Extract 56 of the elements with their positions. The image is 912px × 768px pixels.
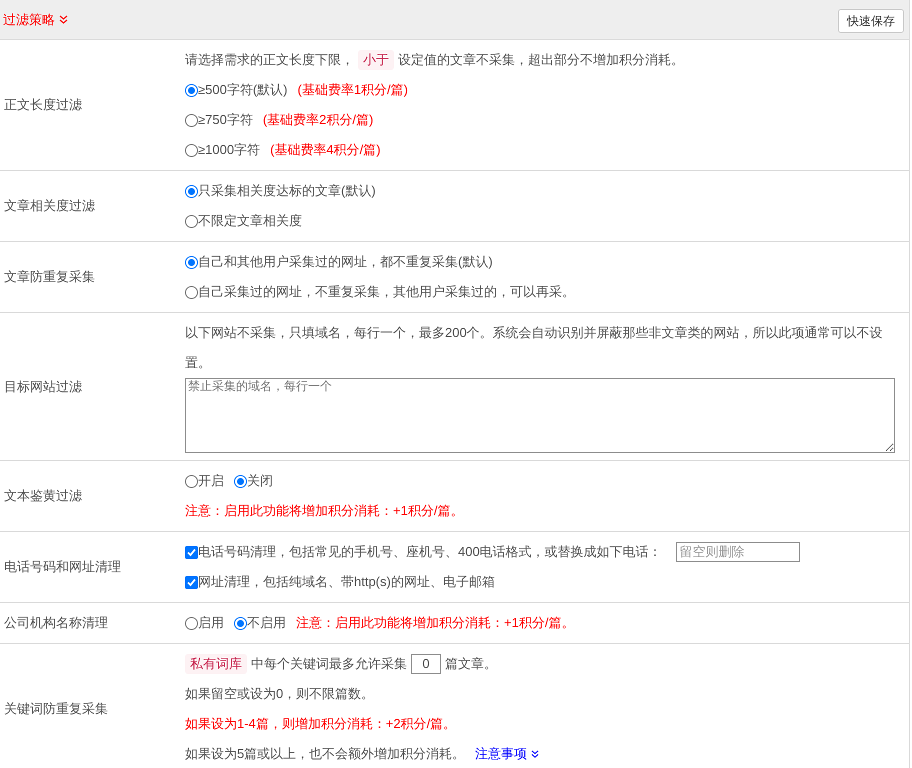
option-label[interactable]: ≥750字符 bbox=[198, 105, 253, 135]
radio-button[interactable] bbox=[185, 474, 198, 488]
description-text: 中每个关键词最多允许采集 bbox=[251, 655, 407, 673]
row-label: 电话号码和网址清理 bbox=[4, 558, 121, 576]
checkbox[interactable] bbox=[185, 546, 198, 558]
row-label: 文章防重复采集 bbox=[4, 268, 95, 286]
row-label: 目标网站过滤 bbox=[4, 378, 82, 396]
radio-button[interactable] bbox=[185, 214, 198, 228]
warning-text: (基础费率4积分/篇) bbox=[270, 141, 381, 159]
double-chevron-down-icon[interactable] bbox=[531, 750, 540, 758]
notes-link[interactable]: 注意事项 bbox=[475, 739, 528, 768]
option-label[interactable]: 电话号码清理，包括常见的手机号、座机号、400电话格式，或替换成如下电话： bbox=[198, 537, 662, 567]
code-tag: 私有词库 bbox=[185, 654, 247, 674]
domain-textarea[interactable]: 禁止采集的域名，每行一个 bbox=[185, 378, 895, 453]
warning-text: 注意：启用此功能将增加积分消耗：+1积分/篇。 bbox=[185, 502, 464, 520]
option-label[interactable]: 网址清理，包括纯域名、带http(s)的网址、电子邮箱 bbox=[198, 567, 495, 597]
option-label[interactable]: 不启用 bbox=[247, 608, 286, 638]
code-tag: 小于 bbox=[358, 50, 394, 70]
quick-save-button[interactable]: 快速保存 bbox=[838, 8, 904, 32]
checkbox[interactable] bbox=[185, 576, 198, 588]
radio-button[interactable] bbox=[185, 256, 198, 268]
description-text: 设定值的文章不采集，超出部分不增加积分消耗。 bbox=[398, 51, 684, 69]
description-text: 以下网站不采集，只填域名，每行一个，最多200个。系统会自动识别并屏蔽那些非文章类的网站，所以此项通常可以不设置。 bbox=[185, 324, 884, 372]
radio-button[interactable] bbox=[185, 114, 198, 126]
description-text: 请选择需求的正文长度下限， bbox=[185, 51, 354, 69]
warning-text: 注意：启用此功能将增加积分消耗：+1积分/篇。 bbox=[296, 614, 574, 632]
radio-button[interactable] bbox=[185, 144, 198, 156]
option-label[interactable]: ≥1000字符 bbox=[198, 135, 260, 165]
option-label[interactable]: 只采集相关度达标的文章(默认) bbox=[198, 176, 376, 206]
description-text: 如果设为5篇或以上，也不会额外增加积分消耗。 bbox=[185, 745, 466, 763]
radio-button[interactable] bbox=[234, 616, 247, 630]
row-label: 公司机构名称清理 bbox=[4, 614, 108, 632]
warning-text: 如果设为1-4篇，则增加积分消耗：+2积分/篇。 bbox=[185, 715, 456, 733]
radio-button[interactable] bbox=[185, 286, 198, 298]
radio-button[interactable] bbox=[185, 184, 198, 198]
count-input[interactable]: 0 bbox=[411, 654, 441, 674]
option-label[interactable]: 不限定文章相关度 bbox=[198, 206, 302, 236]
warning-text: (基础费率2积分/篇) bbox=[262, 111, 374, 129]
row-label: 关键词防重复采集 bbox=[4, 700, 108, 718]
radio-button[interactable] bbox=[185, 84, 198, 96]
double-chevron-down-icon[interactable] bbox=[59, 15, 68, 24]
radio-button[interactable] bbox=[234, 474, 247, 488]
phone-input[interactable]: 留空则删除 bbox=[676, 542, 800, 562]
description-text: 篇文章。 bbox=[445, 655, 497, 673]
option-label[interactable]: 自己和其他用户采集过的网址，都不重复采集(默认) bbox=[198, 247, 493, 277]
row-label: 文章相关度过滤 bbox=[4, 197, 95, 216]
option-label[interactable]: 自己采集过的网址，不重复采集，其他用户采集过的，可以再采。 bbox=[198, 277, 575, 307]
option-label[interactable]: 关闭 bbox=[247, 466, 273, 496]
description-text: 如果留空或设为0，则不限篇数。 bbox=[185, 685, 374, 703]
option-label[interactable]: 启用 bbox=[198, 608, 224, 638]
warning-text: (基础费率1积分/篇) bbox=[297, 81, 408, 99]
option-label[interactable]: ≥500字符(默认) bbox=[198, 75, 288, 105]
radio-button[interactable] bbox=[185, 616, 198, 630]
option-label[interactable]: 开启 bbox=[198, 466, 224, 496]
row-label: 文本鉴黄过滤 bbox=[4, 487, 82, 506]
row-label: 正文长度过滤 bbox=[4, 96, 82, 114]
